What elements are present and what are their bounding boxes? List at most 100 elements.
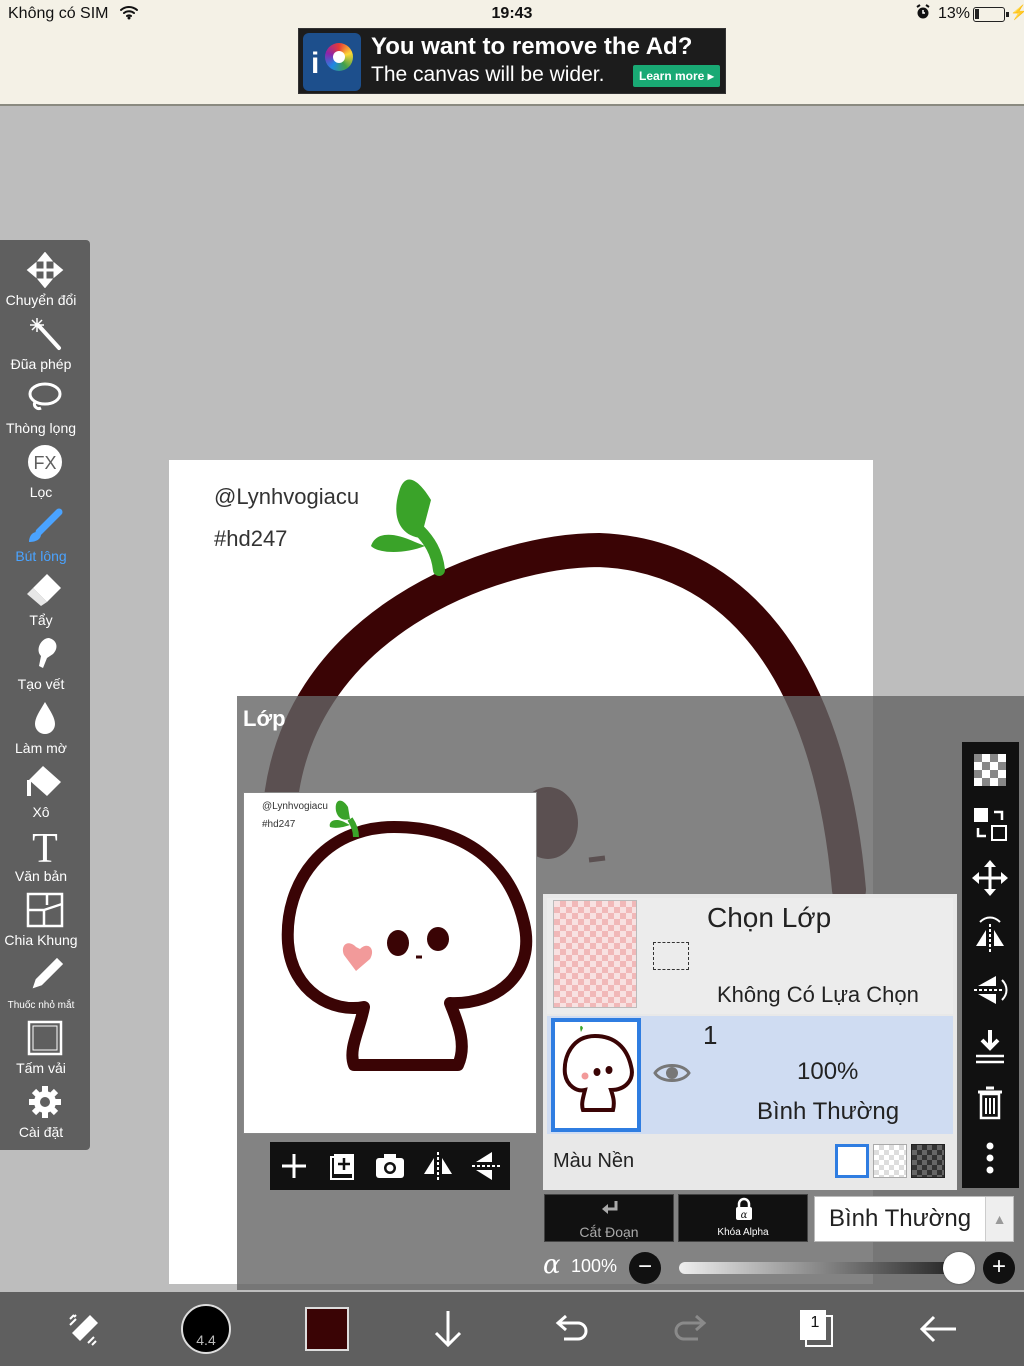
selection-status: Không Có Lựa Chọn [717,982,919,1007]
opacity-slider-knob[interactable] [943,1252,975,1284]
tool-label: Cài đặt [18,1124,64,1140]
clipping-button[interactable]: Cắt Đoạn [544,1194,674,1242]
layer-list: Chọn Lớp Không Có Lựa Chọn 1 100% Bình T… [543,894,957,1190]
svg-text:T: T [32,828,58,864]
tool-canvas[interactable]: Tấm vải [0,1014,90,1078]
tool-brush[interactable]: Bút lông [0,502,90,566]
redo-icon[interactable] [668,1305,716,1353]
background-white-option[interactable] [835,1144,869,1178]
alpha-lock-button[interactable]: α Khóa Alpha [678,1194,808,1242]
tool-transform[interactable]: Chuyển đổi [0,246,90,310]
tool-settings[interactable]: Cài đặt [0,1078,90,1142]
background-dark-option[interactable] [911,1144,945,1178]
selection-marquee-icon [653,942,689,970]
ad-banner[interactable]: i You want to remove the Ad? The canvas … [298,28,726,94]
learn-more-label: Learn more [639,69,705,83]
layer-actions-strip [962,742,1019,1188]
alpha-symbol: α [543,1250,561,1280]
blend-mode-select[interactable]: Bình Thường ▲ [814,1196,1014,1242]
tool-label: Lọc [29,484,53,500]
transparency-checker-icon[interactable] [970,750,1010,790]
layer-row[interactable]: 1 100% Bình Thường [547,1016,953,1134]
sprout-leaf-left [371,534,425,552]
fx-filter-icon: FX [28,445,62,479]
tool-lasso[interactable]: Thòng lọng [0,374,90,438]
tool-label: Chia Khung [4,932,78,948]
selection-layer-row[interactable]: Chọn Lớp Không Có Lựa Chọn [547,898,953,1014]
layers-button[interactable]: 1 [798,1308,834,1348]
flip-layer-horizontal-icon[interactable] [970,914,1010,954]
tool-eyedropper[interactable]: Thuốc nhỏ mắt [0,950,90,1014]
opacity-value: 100% [571,1256,618,1276]
ibispaint-logo-icon: i [303,33,361,91]
alpha-lock-icon: α [736,1197,752,1221]
preview-left-eye [387,930,409,956]
tool-blur[interactable]: Làm mờ [0,694,90,758]
flip-horizontal-icon[interactable] [418,1146,458,1186]
visibility-eye-icon[interactable] [653,1056,691,1090]
left-toolbar: Chuyển đổi Đũa phép Thòng lọng FX Lọc Bú… [0,240,90,1150]
alpha-lock-label: Khóa Alpha [717,1227,769,1238]
opacity-decrease-button[interactable]: − [629,1252,661,1284]
sprout-stem [413,524,445,576]
back-arrow-icon[interactable] [914,1305,962,1353]
text-icon: T [32,828,58,864]
tool-bucket[interactable]: Xô [0,758,90,822]
opacity-increase-button[interactable]: + [983,1252,1015,1284]
preview-right-eye [427,927,449,951]
more-options-icon[interactable] [970,1138,1010,1178]
svg-text:α: α [741,1210,748,1221]
background-color-label: Màu Nền [553,1150,635,1172]
add-layer-icon[interactable] [274,1146,314,1186]
svg-text:FX: FX [33,453,56,473]
brush-size-value: 4.4 [196,1332,216,1348]
tool-eraser[interactable]: Tẩy [0,566,90,630]
selection-layer-title: Chọn Lớp [707,902,832,933]
ad-subtitle: The canvas will be wider. [371,63,605,86]
tool-smudge[interactable]: Tạo vết [0,630,90,694]
tool-label: Xô [32,804,50,820]
tool-magic-wand[interactable]: Đũa phép [0,310,90,374]
opacity-slider[interactable] [679,1262,959,1274]
eyedropper-icon [32,957,64,989]
tool-label: Làm mờ [15,740,67,756]
layer-opacity: 100% [797,1058,859,1085]
tool-label: Đũa phép [10,356,72,372]
merge-down-icon[interactable] [970,1026,1010,1066]
learn-more-button[interactable]: Learn more ▸ [633,65,720,87]
arrow-down-icon[interactable] [424,1305,472,1353]
smudge-icon [38,638,57,668]
current-color-swatch[interactable] [305,1307,349,1351]
frame-divider-icon [26,892,64,928]
clock: 19:43 [491,5,533,22]
move-layer-icon[interactable] [970,858,1010,898]
duplicate-layer-icon[interactable] [322,1146,362,1186]
preview-toolbar [270,1142,510,1190]
tool-label: Tạo vết [17,676,65,692]
brush-size-button[interactable]: 4.4 [181,1304,231,1354]
camera-icon[interactable] [370,1146,410,1186]
undo-icon[interactable] [546,1305,594,1353]
bucket-icon [27,766,61,796]
tool-filter[interactable]: FX Lọc [0,438,90,502]
background-transparent-option[interactable] [873,1144,907,1178]
tool-label: Chuyển đổi [5,292,77,308]
settings-gear-icon [29,1086,61,1118]
canvas-icon [27,1020,63,1056]
tool-text[interactable]: T Văn bản [0,822,90,886]
delete-layer-icon[interactable] [970,1082,1010,1122]
flip-layer-vertical-icon[interactable] [970,970,1010,1010]
battery-percent: 13% [938,5,971,22]
swap-layers-icon[interactable] [970,804,1010,844]
quick-tool-switch-icon[interactable] [60,1305,108,1353]
tool-label: Văn bản [14,868,68,884]
preview-sprout-leaf-top [335,800,350,820]
flip-vertical-icon[interactable] [466,1146,506,1186]
layer-panel-title: Lớp [243,706,286,731]
layer-blend-mode: Bình Thường [757,1098,900,1125]
tool-label: Tấm vải [16,1060,66,1076]
blur-drop-icon [35,702,55,734]
tool-label: Tẩy [29,612,53,628]
tool-frame-divider[interactable]: Chia Khung [0,886,90,950]
tool-label: Thuốc nhỏ mắt [7,1000,75,1011]
